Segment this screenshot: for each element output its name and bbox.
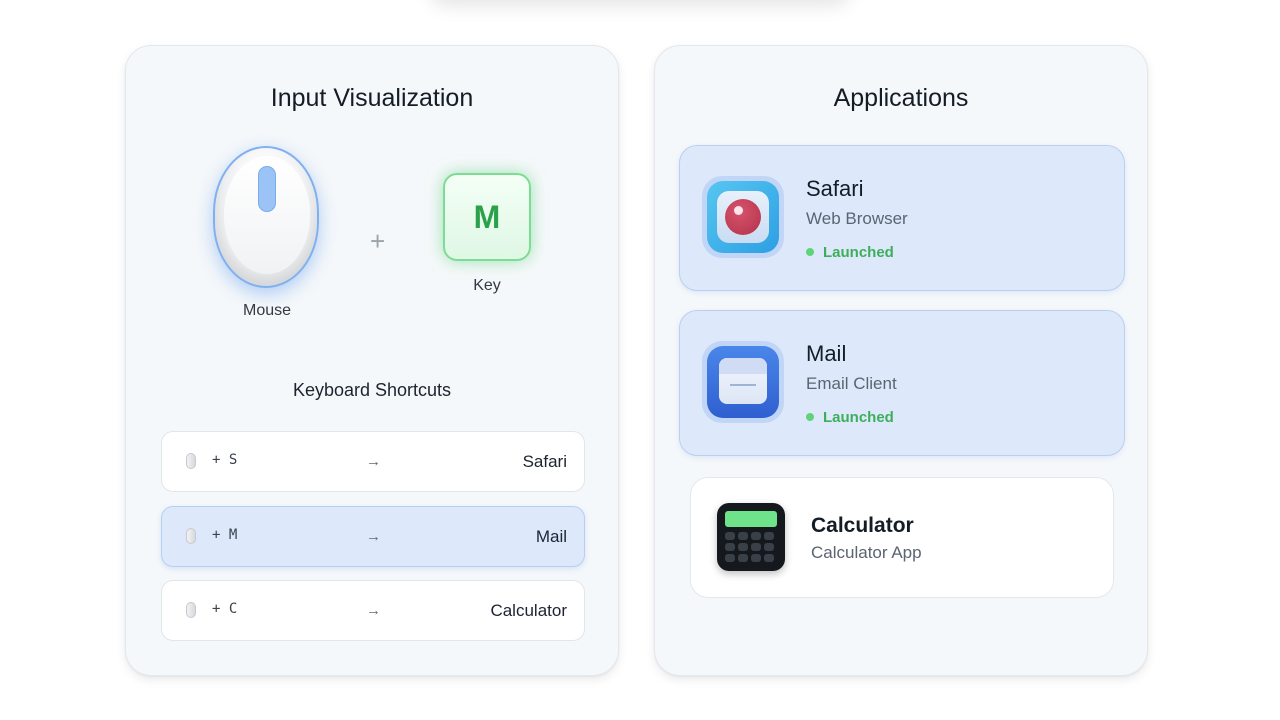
- mouse-icon: [213, 146, 319, 289]
- shortcut-row-mail[interactable]: + M → Mail: [161, 506, 585, 567]
- shortcut-target: Mail: [535, 527, 567, 546]
- app-name: Mail: [806, 341, 847, 366]
- shortcut-target: Safari: [522, 452, 567, 471]
- calculator-keys: [725, 532, 777, 562]
- status-dot-icon: [806, 413, 814, 421]
- arrow-right-icon: →: [366, 453, 381, 470]
- status-dot-icon: [806, 248, 814, 256]
- input-visualization-panel: Input Visualization Mouse + M Key Keyboa…: [125, 45, 619, 676]
- mouse-icon: [186, 602, 196, 618]
- mail-icon-envelope: [719, 358, 767, 404]
- shortcut-target: Calculator: [490, 601, 567, 620]
- safari-icon: [707, 181, 779, 253]
- app-card-calculator[interactable]: Calculator Calculator App: [690, 477, 1114, 598]
- shortcut-combo: + M: [212, 527, 238, 543]
- app-name: Safari: [806, 176, 864, 201]
- shortcuts-title: Keyboard Shortcuts: [292, 380, 452, 400]
- app-card-safari[interactable]: Safari Web Browser Launched: [679, 145, 1125, 291]
- safari-icon-dot: [725, 199, 761, 235]
- key-label: Key: [473, 277, 501, 294]
- app-name: Calculator: [811, 514, 914, 537]
- mail-icon: [707, 346, 779, 418]
- arrow-right-icon: →: [366, 602, 381, 619]
- status-text: Launched: [823, 244, 894, 261]
- key-cap: M: [443, 173, 531, 261]
- status-badge: Launched: [806, 244, 894, 261]
- app-subtitle: Email Client: [806, 374, 897, 393]
- calculator-icon: [717, 503, 785, 571]
- panel-title: Input Visualization: [270, 84, 474, 112]
- mouse-icon: [186, 528, 196, 544]
- shortcut-combo: + C: [212, 601, 238, 617]
- shortcut-row-calculator[interactable]: + C → Calculator: [161, 580, 585, 641]
- mouse-body: [213, 146, 319, 288]
- arrow-right-icon: →: [366, 528, 381, 545]
- mouse-wheel: [258, 166, 276, 212]
- mouse-icon: [186, 453, 196, 469]
- plus-icon: +: [370, 226, 386, 256]
- app-card-mail[interactable]: Mail Email Client Launched: [679, 310, 1125, 456]
- panel-title: Applications: [833, 84, 969, 112]
- app-subtitle: Web Browser: [806, 209, 908, 228]
- status-text: Launched: [823, 409, 894, 426]
- mouse-label: Mouse: [242, 302, 292, 319]
- applications-panel: Applications Safari Web Browser Launched…: [654, 45, 1148, 676]
- shortcut-combo: + S: [212, 452, 238, 468]
- status-badge: Launched: [806, 409, 894, 426]
- app-subtitle: Calculator App: [811, 543, 922, 562]
- calculator-screen: [725, 511, 777, 527]
- shortcut-row-safari[interactable]: + S → Safari: [161, 431, 585, 492]
